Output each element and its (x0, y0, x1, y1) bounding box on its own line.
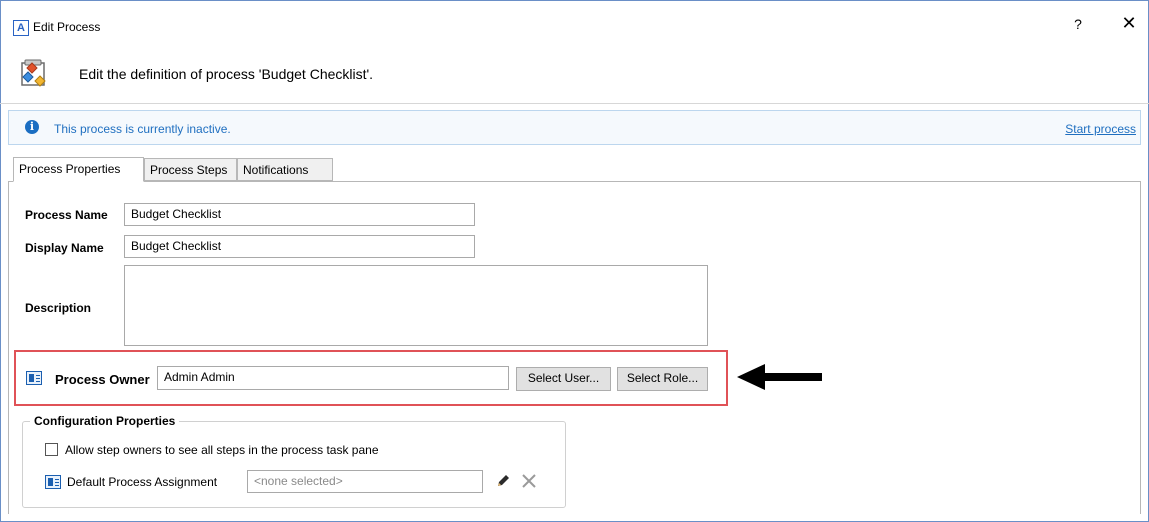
tab-process-properties[interactable]: Process Properties (13, 157, 144, 182)
clear-icon[interactable] (520, 472, 538, 490)
process-name-input[interactable]: Budget Checklist (124, 203, 475, 226)
allow-step-owners-label: Allow step owners to see all steps in th… (65, 443, 379, 457)
process-name-label: Process Name (25, 208, 108, 222)
description-label: Description (25, 301, 92, 315)
select-user-button[interactable]: Select User... (516, 367, 611, 391)
process-owner-label: Process Owner (55, 372, 150, 387)
start-process-link[interactable]: Start process (1065, 122, 1136, 136)
window-title: Edit Process (33, 20, 101, 34)
display-name-input[interactable]: Budget Checklist (124, 235, 475, 258)
contact-card-icon (26, 371, 42, 385)
select-role-button[interactable]: Select Role... (617, 367, 708, 391)
default-assignment-input[interactable]: <none selected> (247, 470, 483, 493)
app-icon: A (13, 20, 29, 36)
pencil-icon[interactable] (495, 473, 511, 489)
header-separator (0, 103, 1149, 104)
help-button[interactable]: ? (1069, 16, 1087, 32)
info-bar: i This process is currently inactive. St… (8, 110, 1141, 145)
configuration-title: Configuration Properties (30, 414, 180, 428)
allow-step-owners-checkbox[interactable] (45, 443, 58, 456)
close-button[interactable]: ✕ (1118, 13, 1140, 34)
info-icon: i (25, 120, 39, 134)
header-description: Edit the definition of process 'Budget C… (79, 66, 374, 82)
configuration-group (22, 421, 566, 508)
display-name-label: Display Name (25, 241, 104, 255)
left-arrow-icon (735, 362, 825, 392)
process-owner-input[interactable]: Admin Admin (157, 366, 509, 390)
tab-notifications[interactable]: Notifications (237, 158, 333, 181)
tab-process-steps[interactable]: Process Steps (144, 158, 237, 181)
assignment-card-icon (45, 475, 61, 489)
description-textarea[interactable] (124, 265, 708, 346)
process-definition-icon (18, 57, 50, 89)
inactive-message: This process is currently inactive. (54, 122, 231, 136)
default-assignment-label: Default Process Assignment (67, 475, 218, 489)
